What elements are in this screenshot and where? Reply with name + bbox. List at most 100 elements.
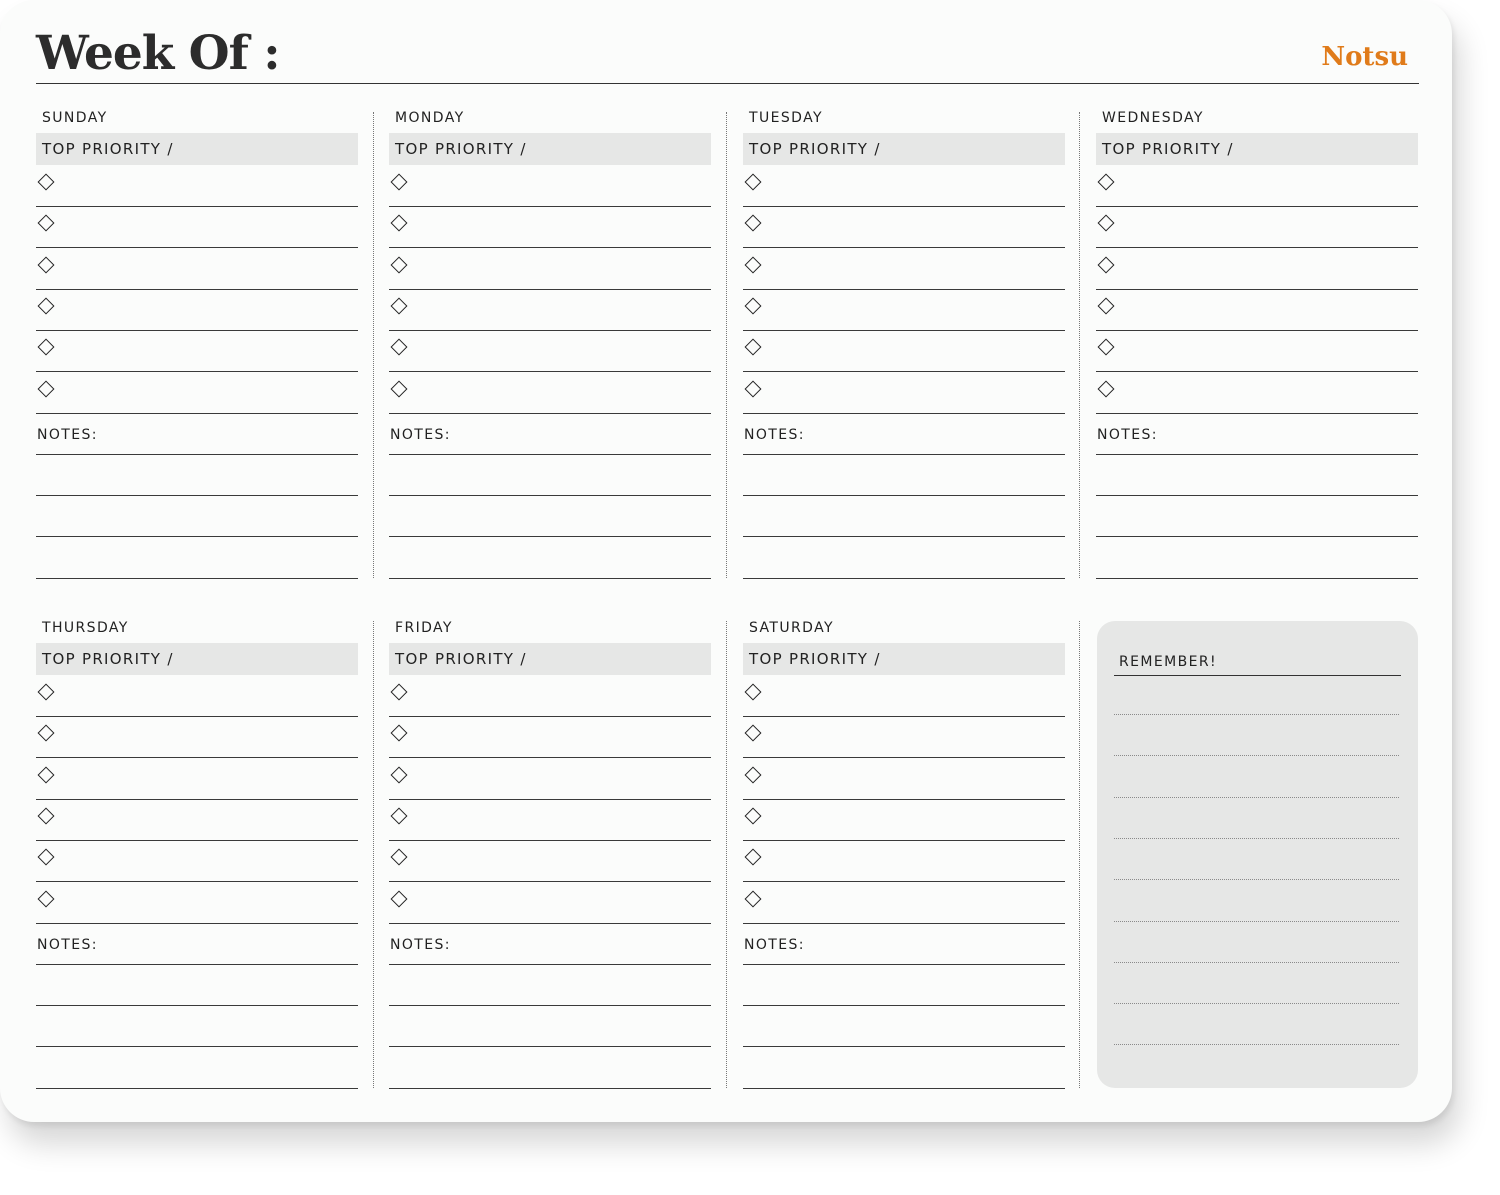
top-priority-field[interactable]: TOP PRIORITY /	[743, 133, 1065, 165]
task-row[interactable]	[743, 758, 1065, 800]
diamond-checkbox-icon[interactable]	[37, 338, 55, 356]
task-row[interactable]	[743, 248, 1065, 290]
task-row[interactable]	[743, 675, 1065, 717]
diamond-checkbox-icon[interactable]	[390, 338, 408, 356]
notes-line[interactable]	[743, 495, 1065, 538]
remember-dotted-line[interactable]	[1114, 837, 1399, 839]
task-row[interactable]	[389, 248, 711, 290]
task-row[interactable]	[743, 165, 1065, 207]
task-row[interactable]	[389, 882, 711, 924]
task-row[interactable]	[389, 840, 711, 883]
task-row[interactable]	[36, 165, 358, 207]
diamond-checkbox-icon[interactable]	[37, 256, 55, 274]
notes-line[interactable]	[743, 964, 1065, 1007]
diamond-checkbox-icon[interactable]	[1097, 173, 1115, 191]
task-row[interactable]	[36, 799, 358, 841]
task-row[interactable]	[1096, 248, 1418, 290]
notes-line[interactable]	[36, 537, 358, 579]
diamond-checkbox-icon[interactable]	[390, 380, 408, 397]
task-row[interactable]	[389, 372, 711, 414]
diamond-checkbox-icon[interactable]	[744, 766, 762, 784]
top-priority-field[interactable]: TOP PRIORITY /	[36, 133, 358, 165]
notes-line[interactable]	[1096, 537, 1418, 579]
diamond-checkbox-icon[interactable]	[37, 807, 55, 825]
diamond-checkbox-icon[interactable]	[390, 848, 408, 866]
task-row[interactable]	[1096, 206, 1418, 249]
notes-line[interactable]	[743, 1005, 1065, 1048]
diamond-checkbox-icon[interactable]	[1097, 214, 1115, 232]
diamond-checkbox-icon[interactable]	[744, 256, 762, 274]
remember-dotted-line[interactable]	[1114, 879, 1399, 881]
notes-line[interactable]	[389, 454, 711, 497]
notes-line[interactable]	[743, 454, 1065, 497]
task-row[interactable]	[36, 289, 358, 331]
diamond-checkbox-icon[interactable]	[1097, 338, 1115, 356]
remember-dotted-line[interactable]	[1114, 1003, 1399, 1005]
task-row[interactable]	[743, 372, 1065, 414]
notes-line[interactable]	[389, 537, 711, 579]
diamond-checkbox-icon[interactable]	[744, 807, 762, 825]
task-row[interactable]	[36, 330, 358, 373]
task-row[interactable]	[389, 799, 711, 841]
remember-box[interactable]: REMEMBER!	[1097, 621, 1418, 1088]
diamond-checkbox-icon[interactable]	[390, 256, 408, 274]
task-row[interactable]	[36, 248, 358, 290]
task-row[interactable]	[743, 206, 1065, 249]
task-row[interactable]	[743, 882, 1065, 924]
top-priority-field[interactable]: TOP PRIORITY /	[36, 643, 358, 675]
remember-dotted-line[interactable]	[1114, 961, 1399, 963]
diamond-checkbox-icon[interactable]	[744, 214, 762, 232]
diamond-checkbox-icon[interactable]	[744, 173, 762, 191]
top-priority-field[interactable]: TOP PRIORITY /	[389, 643, 711, 675]
diamond-checkbox-icon[interactable]	[37, 297, 55, 315]
notes-line[interactable]	[743, 1047, 1065, 1089]
diamond-checkbox-icon[interactable]	[390, 297, 408, 315]
diamond-checkbox-icon[interactable]	[744, 683, 762, 701]
notes-line[interactable]	[389, 1005, 711, 1048]
diamond-checkbox-icon[interactable]	[390, 214, 408, 232]
top-priority-field[interactable]: TOP PRIORITY /	[389, 133, 711, 165]
task-row[interactable]	[389, 330, 711, 373]
diamond-checkbox-icon[interactable]	[744, 848, 762, 866]
task-row[interactable]	[389, 165, 711, 207]
task-row[interactable]	[36, 206, 358, 249]
task-row[interactable]	[743, 330, 1065, 373]
diamond-checkbox-icon[interactable]	[744, 380, 762, 397]
diamond-checkbox-icon[interactable]	[37, 890, 55, 907]
task-row[interactable]	[36, 716, 358, 759]
task-row[interactable]	[389, 758, 711, 800]
notes-line[interactable]	[389, 1047, 711, 1089]
task-row[interactable]	[743, 840, 1065, 883]
diamond-checkbox-icon[interactable]	[390, 766, 408, 784]
task-row[interactable]	[1096, 165, 1418, 207]
task-row[interactable]	[389, 289, 711, 331]
diamond-checkbox-icon[interactable]	[744, 297, 762, 315]
diamond-checkbox-icon[interactable]	[1097, 380, 1115, 397]
notes-line[interactable]	[36, 1047, 358, 1089]
diamond-checkbox-icon[interactable]	[37, 766, 55, 784]
diamond-checkbox-icon[interactable]	[37, 173, 55, 191]
diamond-checkbox-icon[interactable]	[37, 683, 55, 701]
task-row[interactable]	[36, 882, 358, 924]
diamond-checkbox-icon[interactable]	[390, 724, 408, 742]
task-row[interactable]	[389, 675, 711, 717]
task-row[interactable]	[36, 758, 358, 800]
diamond-checkbox-icon[interactable]	[744, 724, 762, 742]
diamond-checkbox-icon[interactable]	[37, 214, 55, 232]
remember-dotted-line[interactable]	[1114, 920, 1399, 922]
task-row[interactable]	[1096, 372, 1418, 414]
task-row[interactable]	[743, 289, 1065, 331]
diamond-checkbox-icon[interactable]	[390, 683, 408, 701]
task-row[interactable]	[389, 716, 711, 759]
task-row[interactable]	[36, 840, 358, 883]
diamond-checkbox-icon[interactable]	[744, 338, 762, 356]
remember-dotted-line[interactable]	[1114, 714, 1399, 715]
notes-line[interactable]	[389, 495, 711, 538]
diamond-checkbox-icon[interactable]	[37, 724, 55, 742]
task-row[interactable]	[36, 372, 358, 414]
task-row[interactable]	[1096, 289, 1418, 331]
diamond-checkbox-icon[interactable]	[390, 173, 408, 191]
diamond-checkbox-icon[interactable]	[390, 890, 408, 907]
notes-line[interactable]	[1096, 454, 1418, 497]
notes-line[interactable]	[1096, 495, 1418, 538]
